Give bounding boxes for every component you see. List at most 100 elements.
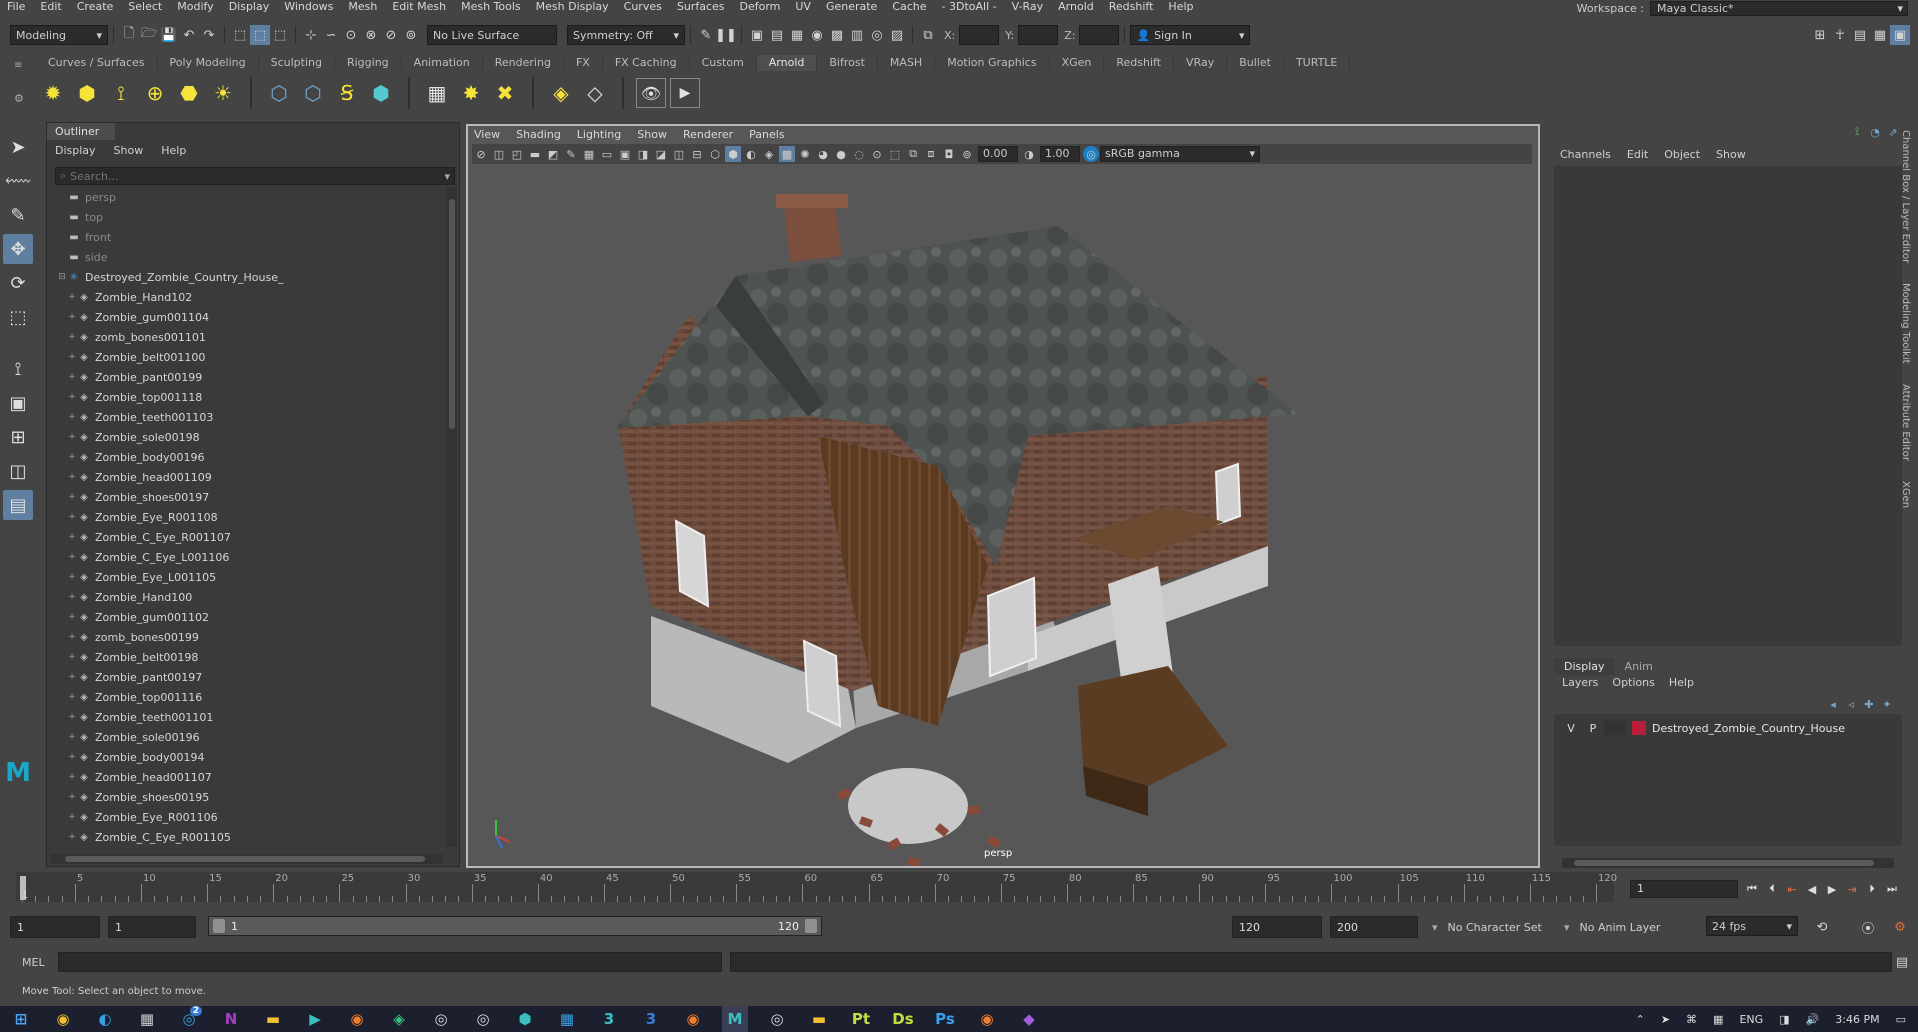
viewport-menu-item[interactable]: Lighting [577,128,621,141]
outliner-item-row[interactable]: + ◈ Zombie_Eye_L001105 [47,567,447,587]
current-frame-field[interactable]: 1 [1630,880,1738,898]
bookmarks-icon[interactable]: ◰ [509,146,525,162]
shelf-tab-3[interactable]: Rigging [335,55,402,71]
step-back-frame-icon[interactable]: ⏴ [1762,880,1782,898]
outliner-item-row[interactable]: + ◈ Zombie_shoes00197 [47,487,447,507]
gamma-field[interactable]: 1.00 [1040,146,1080,162]
cinema4d-2-icon[interactable]: ◎ [470,1006,496,1032]
shelf-settings-icon[interactable]: ⚙ [14,92,24,105]
attribute-editor-icon[interactable]: ▤ [1850,25,1870,45]
outliner-horizontal-scrollbar[interactable] [51,854,443,864]
expand-icon[interactable]: + [67,472,77,482]
expand-icon[interactable]: + [67,692,77,702]
menu-item-8[interactable]: Edit Mesh [385,0,454,13]
outliner-item-row[interactable]: + ◈ Zombie_top001118 [47,387,447,407]
layer-menu-item[interactable]: Help [1669,676,1694,689]
photoshop-icon[interactable]: Ps [932,1006,958,1032]
onenote-icon[interactable]: N [218,1006,244,1032]
outliner-item-row[interactable]: + ◈ Zombie_Eye_R001108 [47,507,447,527]
snap-projected-icon[interactable]: ⊗ [361,25,381,45]
shelf-tab-11[interactable]: MASH [878,55,936,71]
new-layer-icon[interactable]: ✚ [1861,696,1877,712]
move-tool-icon[interactable]: ✥ [3,234,33,264]
textured-icon[interactable]: ▩ [779,146,795,162]
shelf-tab-6[interactable]: FX [564,55,603,71]
go-to-end-icon[interactable]: ⏭ [1882,880,1902,898]
outliner-item-row[interactable]: + ◈ Zombie_head001107 [47,767,447,787]
shelf-tab-2[interactable]: Sculpting [259,55,335,71]
tool-settings-icon[interactable]: ▦ [1870,25,1890,45]
shelf-tab-1[interactable]: Poly Modeling [158,55,259,71]
outliner-menu-item[interactable]: Show [114,144,144,157]
outliner-item-row[interactable]: + ◈ Zombie_body00194 [47,747,447,767]
script-editor-icon[interactable]: ▤ [1892,952,1912,972]
windows-start-icon[interactable]: ⊞ [8,1006,34,1032]
shelf-tab-13[interactable]: XGen [1050,55,1105,71]
tx-manager-icon[interactable]: ◇ [580,78,610,108]
viewport-panel[interactable]: View Shading Lighting Show Renderer Panels ⊘ … [466,124,1540,868]
outliner-item-row[interactable]: + ◈ Zombie_C_Eye_L001106 [47,547,447,567]
volume-icon[interactable]: 🔊 [1806,1013,1820,1026]
side-tab[interactable]: XGen [1900,481,1911,508]
layer-color-swatch[interactable] [1632,721,1646,735]
chevron-up-icon[interactable]: ⌃ [1636,1013,1645,1026]
menu-item-12[interactable]: Surfaces [670,0,733,13]
menu-item-10[interactable]: Mesh Display [529,0,617,13]
play-render-icon[interactable]: ▶ [670,78,700,108]
standin-icon[interactable]: ⬡ [264,78,294,108]
edge-icon[interactable]: ◐ [92,1006,118,1032]
preferences-icon[interactable]: ⚙ [1890,917,1910,937]
play-backwards-icon[interactable]: ◀ [1802,880,1822,898]
expand-icon[interactable]: + [67,432,77,442]
character-controls-icon[interactable]: ☥ [1830,25,1850,45]
move-layer-down-icon[interactable]: ◃ [1843,696,1859,712]
expand-icon[interactable]: + [67,672,77,682]
grease-pencil-icon[interactable]: ✎ [563,146,579,162]
last-tool-icon[interactable]: ⟟ [3,354,33,384]
menu-item-16[interactable]: Cache [885,0,934,13]
menu-item-4[interactable]: Modify [170,0,221,13]
outliner-vertical-scrollbar[interactable] [447,187,457,847]
menu-item-19[interactable]: Arnold [1051,0,1102,13]
channel-box-menu-item[interactable]: Object [1664,148,1700,161]
substance-designer-icon[interactable]: Ds [890,1006,916,1032]
xray-components-icon[interactable]: ◘ [941,146,957,162]
exposure-icon[interactable]: ⊚ [959,146,975,162]
menu-item-20[interactable]: Redshift [1102,0,1162,13]
outliner-camera-row[interactable]: ▬ front [47,227,447,247]
shelf-tab-4[interactable]: Animation [402,55,483,71]
expand-icon[interactable]: + [67,532,77,542]
expand-icon[interactable]: + [67,612,77,622]
mel-label[interactable]: MEL [22,956,45,969]
blender-icon[interactable]: ◉ [344,1006,370,1032]
view-icon[interactable]: 👁 [636,78,666,108]
viewport-menu-item[interactable]: Show [637,128,667,141]
four-pane-icon[interactable]: ⊞ [3,422,33,452]
cinema4d-icon[interactable]: ◎ [428,1006,454,1032]
layer-horizontal-scrollbar[interactable] [1562,858,1894,868]
curve-collector-icon[interactable]: Ꞩ [332,78,362,108]
explorer-2-icon[interactable]: ▬ [806,1006,832,1032]
tray-app-icon[interactable]: ⌘ [1686,1013,1697,1026]
collapse-icon[interactable]: ⊟ [57,272,67,282]
expand-icon[interactable]: + [67,412,77,422]
outliner-tab[interactable]: Outliner [47,123,115,140]
shelf-tab-16[interactable]: Bullet [1227,55,1284,71]
menu-item-18[interactable]: V-Ray [1005,0,1052,13]
outliner-item-row[interactable]: + ◈ Zombie_Hand102 [47,287,447,307]
outliner-item-row[interactable]: + ◈ Zombie_gum001104 [47,307,447,327]
channel-box-menu-item[interactable]: Channels [1560,148,1611,161]
wireframe-shaded-icon[interactable]: ◈ [761,146,777,162]
sign-in-button[interactable]: 👤 Sign In ▾ [1130,25,1251,45]
outliner-item-row[interactable]: + ◈ zomb_bones001101 [47,327,447,347]
expand-icon[interactable]: + [67,592,77,602]
app-icon[interactable]: ◈ [386,1006,412,1032]
exposure-field[interactable]: 0.00 [978,146,1018,162]
layer-tab[interactable]: Anim [1615,658,1663,675]
menu-item-14[interactable]: UV [788,0,819,13]
flush-caches-icon[interactable]: ✸ [456,78,486,108]
single-pane-icon[interactable]: ▣ [3,388,33,418]
visual-studio-icon[interactable]: ◆ [1016,1006,1042,1032]
screen-space-ao-icon[interactable]: ● [833,146,849,162]
redshift-render-icon[interactable]: ▨ [887,25,907,45]
